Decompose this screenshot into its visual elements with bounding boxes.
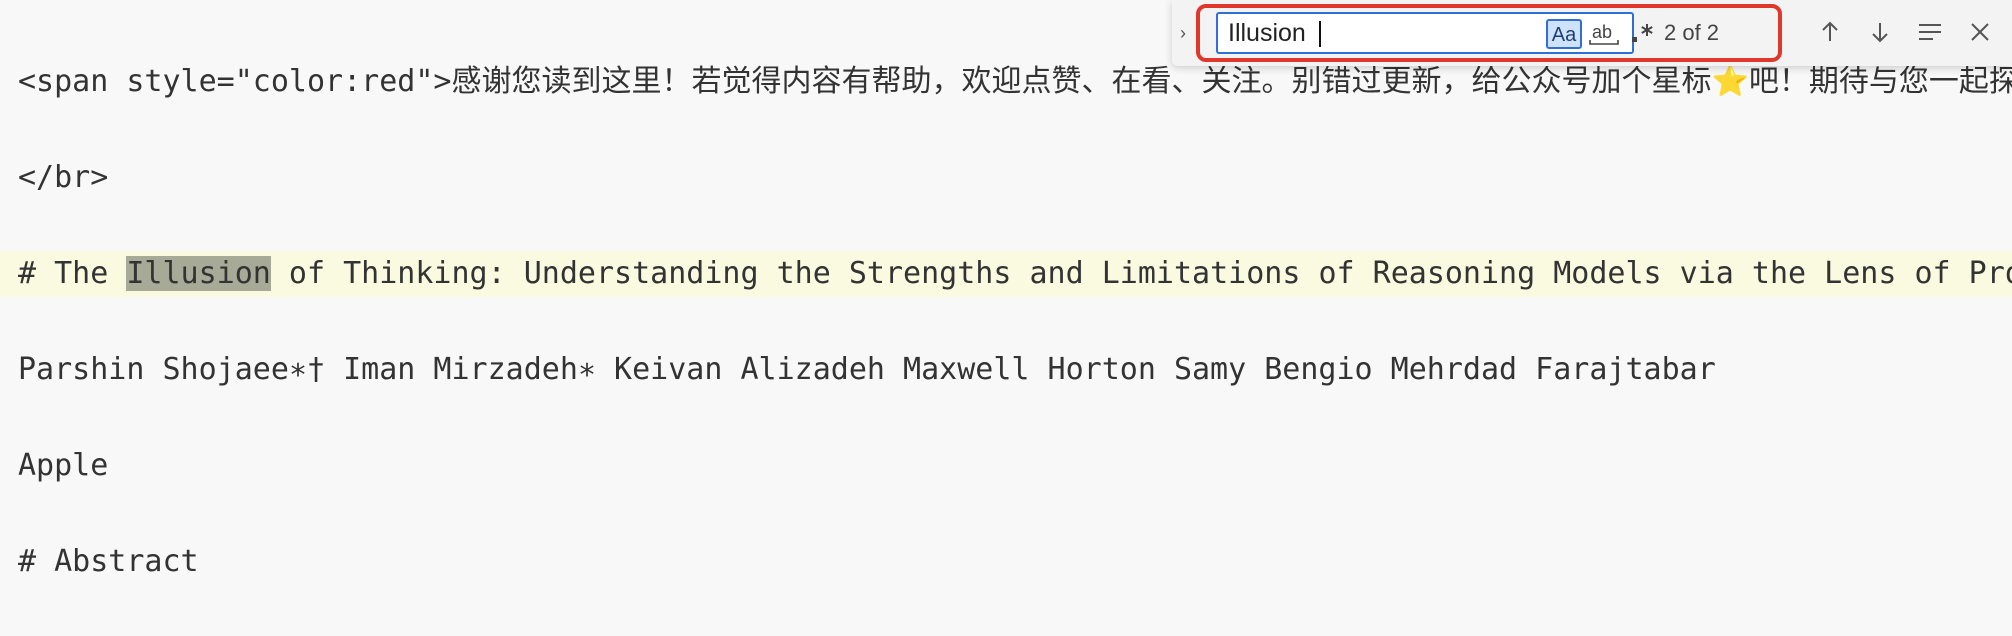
whole-word-toggle[interactable]: ab — [1586, 19, 1622, 49]
line-text: Parshin Shojaee∗† Iman Mirzadeh∗ Keivan … — [18, 352, 1716, 387]
heading-rest: of Thinking: Understanding the Strengths… — [288, 256, 2012, 291]
previous-match-button[interactable] — [1812, 14, 1848, 50]
editor-line-2[interactable]: </br> — [0, 155, 2012, 201]
find-in-selection-icon — [1912, 20, 1948, 44]
text-cursor — [1319, 21, 1321, 47]
match-case-toggle[interactable]: Aa — [1546, 19, 1582, 49]
editor-line-5[interactable]: Apple — [0, 443, 2012, 489]
find-input[interactable] — [1228, 18, 1518, 48]
whole-word-icon: ab — [1587, 22, 1621, 52]
match-case-label: Aa — [1551, 24, 1577, 46]
line-text: # The Illusion of Thinking: Understandin… — [18, 251, 2012, 297]
editor-line-3-current[interactable]: # The Illusion of Thinking: Understandin… — [0, 251, 2012, 297]
regex-icon — [1627, 24, 1659, 52]
regex-toggle[interactable] — [1626, 19, 1660, 49]
editor-line-6[interactable]: # Abstract — [0, 539, 2012, 585]
line-text: Apple — [18, 448, 109, 483]
chevron-right-icon[interactable]: › — [1176, 18, 1190, 48]
arrow-up-icon — [1812, 20, 1848, 44]
find-in-selection-button[interactable] — [1912, 14, 1948, 50]
find-input-container[interactable]: Aa ab — [1216, 12, 1653, 54]
match-count: 2 of 2 — [1664, 20, 1720, 45]
next-match-button[interactable] — [1862, 14, 1898, 50]
close-icon — [1962, 20, 1998, 44]
line-text: # Abstract — [18, 544, 199, 579]
svg-text:ab: ab — [1592, 22, 1612, 42]
line-text: </br> — [18, 160, 109, 195]
arrow-down-icon — [1862, 20, 1898, 44]
close-find-button[interactable] — [1962, 14, 1998, 50]
editor-line-4[interactable]: Parshin Shojaee∗† Iman Mirzadeh∗ Keivan … — [0, 347, 2012, 393]
editor-text-area[interactable]: <span style="color:red">感谢您读到这里！若觉得内容有帮助… — [0, 0, 2012, 636]
heading-prefix: # The — [18, 256, 127, 291]
search-match-highlight: Illusion — [126, 256, 271, 291]
find-widget: › Aa ab 2 of 2 — [1172, 0, 2012, 66]
